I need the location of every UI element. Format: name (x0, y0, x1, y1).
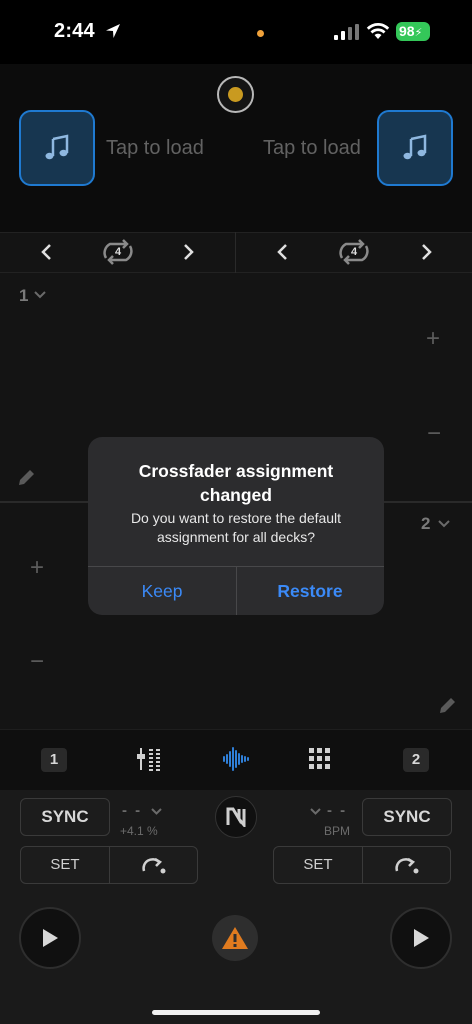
music-note-icon (45, 134, 69, 160)
deck2-cue-group: SET (273, 846, 451, 884)
deck2-mode-button[interactable]: 2 (403, 748, 429, 772)
deck1-loop-size: 4 (114, 246, 122, 258)
battery-level: 98 (399, 23, 415, 39)
deck1-zoom-out-button[interactable]: − (427, 420, 441, 448)
deck1-loop-next-chevron-icon[interactable] (181, 243, 195, 261)
deck1-pitch-value: +4.1 % (120, 824, 158, 838)
home-indicator[interactable] (152, 1010, 320, 1015)
waveform-view-icon[interactable] (222, 746, 250, 772)
deck2-set-button[interactable]: SET (274, 847, 362, 883)
deck1-loop-prev-chevron-icon[interactable] (40, 243, 54, 261)
deck1-mode-button[interactable]: 1 (41, 748, 67, 772)
deck2-bpm-dashes: - - (327, 802, 348, 819)
crossfader-alert-dialog: Crossfader assignment changed Do you wan… (88, 437, 384, 615)
deck2-zoom-out-button[interactable]: − (30, 648, 44, 676)
loop-row-divider (235, 232, 236, 273)
dialog-message: Do you want to restore the default assig… (130, 510, 342, 545)
deck1-jump-button[interactable] (110, 847, 198, 883)
deck1-sync-button[interactable]: SYNC (20, 798, 110, 836)
cellular-signal-icon (334, 24, 359, 40)
warning-triangle-icon (222, 927, 248, 949)
loop-control-row (0, 232, 472, 273)
status-time: 2:44 (54, 20, 95, 42)
deck1-edit-pencil-icon[interactable] (16, 468, 36, 488)
deck1-loop-button[interactable]: 4 (98, 236, 138, 268)
deck2-number: 2 (421, 514, 431, 533)
deck1-load-button[interactable] (19, 110, 95, 186)
deck2-loop-button[interactable]: 4 (334, 236, 374, 268)
deck1-load-text[interactable]: Tap to load (106, 137, 204, 160)
play-icon (414, 929, 429, 947)
keep-button[interactable]: Keep (88, 567, 236, 615)
chevron-down-icon[interactable] (310, 808, 321, 815)
deck1-play-button[interactable] (19, 907, 81, 969)
deck2-jump-button[interactable] (363, 847, 451, 883)
music-note-icon (403, 134, 427, 160)
deck2-load-button[interactable] (377, 110, 453, 186)
deck2-bpm-label: BPM (324, 824, 351, 838)
chevron-down-icon[interactable] (34, 291, 46, 299)
warning-button[interactable] (212, 915, 258, 961)
deck1-number: 1 (19, 286, 29, 305)
play-icon (43, 929, 58, 947)
dialog-title: Crossfader assignment changed (138, 461, 334, 505)
recording-indicator-dot (257, 30, 264, 37)
center-record-knob[interactable] (217, 76, 254, 113)
status-bar: 2:44 98⚡ (0, 0, 472, 64)
app-menu-button[interactable] (215, 796, 257, 838)
pads-grid-icon[interactable] (309, 748, 331, 770)
deck1-cue-group: SET (20, 846, 198, 884)
chevron-down-icon[interactable] (438, 520, 450, 528)
mixer-faders-icon[interactable] (136, 746, 162, 772)
deck2-zoom-in-button[interactable]: + (30, 554, 44, 582)
deck2-play-button[interactable] (390, 907, 452, 969)
deck1-set-button[interactable]: SET (21, 847, 109, 883)
deck2-load-text[interactable]: Tap to load (263, 137, 361, 160)
jump-arrow-icon (395, 857, 419, 874)
restore-button[interactable]: Restore (236, 567, 384, 615)
charging-bolt-icon: ⚡ (414, 27, 423, 39)
n-logo-icon (226, 807, 246, 827)
deck2-edit-pencil-icon[interactable] (437, 696, 457, 716)
deck1-pitch-dashes: - - (122, 802, 143, 819)
deck2-loop-size: 4 (350, 246, 358, 258)
deck1-selector[interactable]: 1 (19, 286, 28, 306)
battery-indicator: 98⚡ (396, 22, 430, 41)
jump-arrow-icon (142, 857, 166, 874)
location-arrow-icon (106, 24, 120, 38)
chevron-down-icon[interactable] (151, 808, 162, 815)
wifi-icon (366, 23, 390, 39)
dynamic-island (167, 12, 305, 53)
deck2-sync-button[interactable]: SYNC (362, 798, 452, 836)
deck2-loop-prev-chevron-icon[interactable] (276, 243, 290, 261)
deck2-selector[interactable]: 2 (421, 514, 430, 534)
deck1-zoom-in-button[interactable]: + (426, 325, 440, 353)
deck2-loop-next-chevron-icon[interactable] (419, 243, 433, 261)
